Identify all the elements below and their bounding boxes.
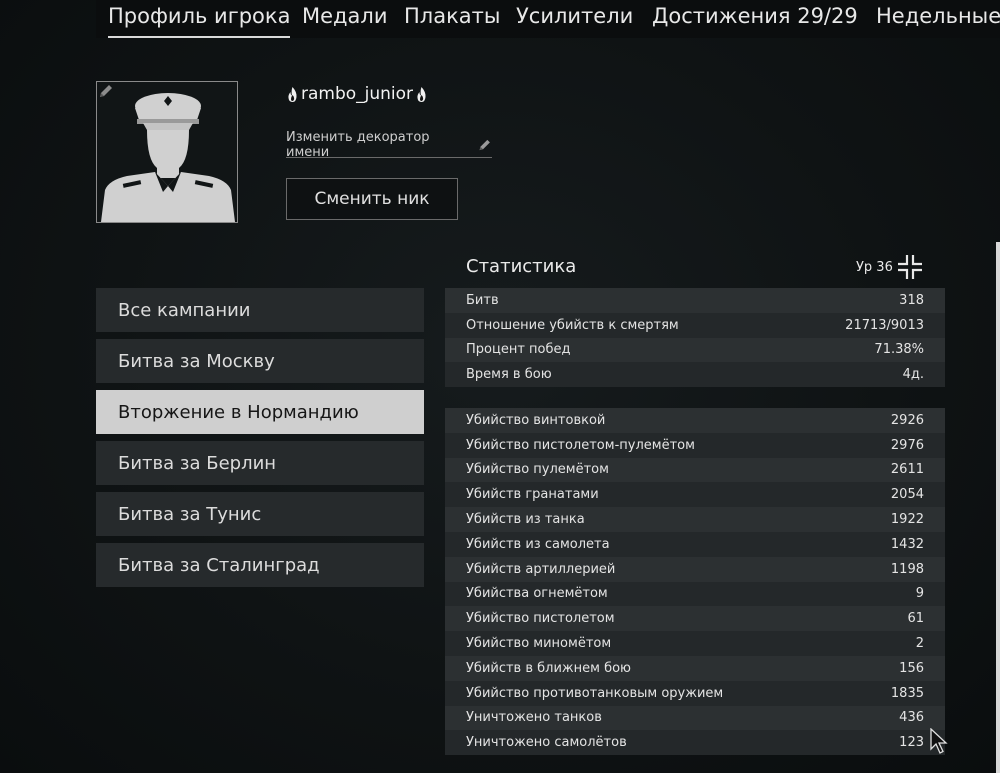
stat-value: 318	[899, 292, 924, 308]
change-nickname-button[interactable]: Сменить ник	[286, 178, 458, 220]
stat-value: 4д.	[902, 367, 924, 383]
detail-stat-row: Убийство миномётом 2	[445, 631, 945, 656]
summary-stat-row: Отношение убийств к смертям 21713/9013	[445, 312, 945, 338]
player-name: rambo_junior	[286, 84, 428, 104]
detail-stat-row: Убийств из самолета 1432	[445, 531, 945, 557]
stat-label: Время в бою	[466, 367, 552, 383]
pencil-icon	[479, 139, 490, 151]
stat-label: Уничтожено самолётов	[466, 735, 627, 751]
stat-label: Убийства огнемётом	[466, 586, 608, 602]
stat-value: 2	[915, 636, 924, 652]
player-avatar[interactable]	[96, 81, 238, 223]
officer-silhouette-icon	[101, 93, 235, 222]
detail-stat-row: Убийство противотанковым оружием 1835	[445, 680, 945, 706]
stats-title: Статистика	[466, 256, 577, 277]
stat-value: 436	[899, 710, 924, 726]
tab-weekly[interactable]: Недельные	[876, 2, 1000, 36]
stat-label: Убийство пистолетом-пулемётом	[466, 437, 695, 453]
detail-stat-row: Уничтожено танков 436	[445, 705, 945, 731]
stat-value: 71.38%	[874, 342, 924, 358]
tab-player-profile[interactable]: Профиль игрока	[108, 2, 291, 38]
campaign-item-all[interactable]: Все кампании	[96, 288, 424, 332]
mouse-cursor-icon	[930, 728, 948, 754]
stat-label: Убийств артиллерией	[466, 561, 616, 577]
detail-stat-row: Убийств в ближнем бою 156	[445, 655, 945, 681]
campaign-item-normandy[interactable]: Вторжение в Нормандию	[96, 390, 424, 434]
stat-label: Убийство пистолетом	[466, 611, 615, 627]
stat-label: Процент побед	[466, 342, 571, 358]
stat-value: 156	[899, 660, 924, 676]
stat-label: Отношение убийств к смертям	[466, 317, 679, 333]
stat-value: 1198	[890, 561, 924, 577]
summary-stats-table: Битв 318 Отношение убийств к смертям 21713/…	[445, 288, 945, 388]
detail-stat-row: Убийства огнемётом 9	[445, 581, 945, 607]
detail-stat-row: Убийств артиллерией 1198	[445, 556, 945, 582]
stat-value: 2926	[890, 412, 924, 428]
detail-stat-row: Убийств из танка 1922	[445, 507, 945, 532]
campaign-list: Все кампании Битва за Москву Вторжение в…	[96, 288, 424, 594]
level-label: Ур 36	[856, 259, 893, 275]
stat-label: Убийств гранатами	[466, 487, 599, 503]
stat-label: Убийство миномётом	[466, 636, 612, 652]
player-name-text: rambo_junior	[301, 84, 414, 104]
stat-label: Убийство противотанковым оружием	[466, 685, 724, 701]
stat-label: Убийств в ближнем бою	[466, 660, 631, 676]
stat-label: Битв	[466, 292, 499, 308]
stat-label: Уничтожено танков	[466, 710, 602, 726]
stat-value: 1432	[890, 536, 924, 552]
flame-icon	[417, 86, 426, 102]
stat-value: 1922	[890, 512, 924, 528]
detail-stat-row: Убийство пулемётом 2611	[445, 457, 945, 483]
stat-value: 9	[915, 586, 924, 602]
stat-value: 2611	[890, 462, 924, 478]
stat-value: 2054	[890, 487, 924, 503]
tab-posters[interactable]: Плакаты	[404, 2, 500, 36]
tab-boosters[interactable]: Усилители	[516, 2, 633, 36]
stat-label: Убийств из самолета	[466, 536, 610, 552]
pencil-icon[interactable]	[97, 82, 115, 100]
change-name-decorator-link[interactable]: Изменить декоратор имени	[286, 130, 492, 160]
stat-value: 2976	[890, 437, 924, 453]
stat-label: Убийство винтовкой	[466, 412, 606, 428]
summary-stat-row: Битв 318	[445, 288, 945, 313]
window-edge	[996, 242, 1000, 773]
player-level: Ур 36	[856, 254, 923, 280]
stat-value: 123	[899, 735, 924, 751]
stat-value: 61	[907, 611, 924, 627]
top-tab-bar: Профиль игрока Медали Плакаты Усилители …	[96, 0, 1000, 38]
summary-stat-row: Время в бою 4д.	[445, 362, 945, 388]
rank-insignia-icon	[897, 255, 922, 279]
stat-label: Убийств из танка	[466, 512, 585, 528]
detail-stat-row: Убийство пистолетом-пулемётом 2976	[445, 432, 945, 458]
detail-stats-table: Убийство винтовкой 2926 Убийство пистолето…	[445, 408, 945, 756]
detail-stat-row: Уничтожено самолётов 123	[445, 730, 945, 756]
campaign-item-stalingrad[interactable]: Битва за Сталинград	[96, 543, 424, 587]
tab-achievements[interactable]: Достижения 29/29	[652, 2, 858, 36]
change-name-decorator-label: Изменить декоратор имени	[286, 130, 430, 160]
stat-label: Убийство пулемётом	[466, 462, 609, 478]
campaign-item-tunisia[interactable]: Битва за Тунис	[96, 492, 424, 536]
tab-medals[interactable]: Медали	[302, 2, 388, 36]
detail-stat-row: Убийство пистолетом 61	[445, 606, 945, 632]
campaign-item-berlin[interactable]: Битва за Берлин	[96, 441, 424, 485]
stat-value: 1835	[890, 685, 924, 701]
stat-value: 21713/9013	[845, 317, 924, 333]
detail-stat-row: Убийств гранатами 2054	[445, 482, 945, 508]
flame-icon	[288, 86, 297, 102]
campaign-item-moscow[interactable]: Битва за Москву	[96, 339, 424, 383]
detail-stat-row: Убийство винтовкой 2926	[445, 408, 945, 433]
summary-stat-row: Процент побед 71.38%	[445, 337, 945, 363]
